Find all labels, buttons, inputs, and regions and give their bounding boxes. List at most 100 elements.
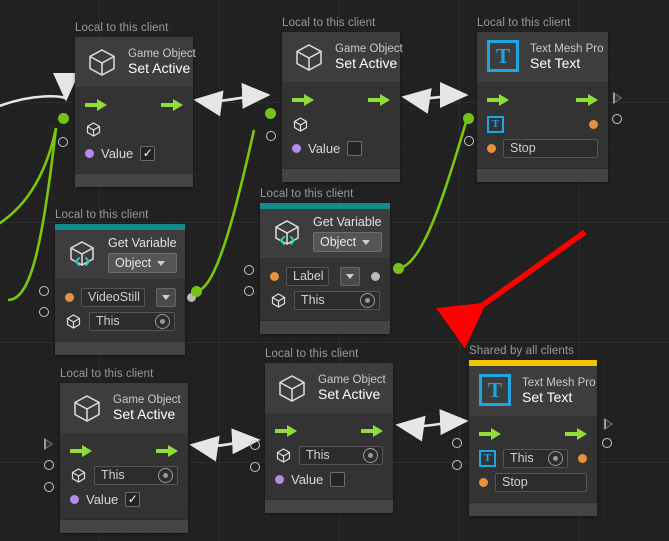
- tmp-target-row[interactable]: T: [487, 112, 598, 136]
- node-title: Get Variable: [313, 215, 382, 229]
- port-in-variable-2[interactable]: [244, 265, 254, 275]
- target-row[interactable]: This: [275, 443, 383, 467]
- text-input[interactable]: Stop: [495, 472, 587, 492]
- port-out-variable-1[interactable]: [191, 286, 202, 297]
- target-object-field[interactable]: This: [503, 448, 568, 468]
- variable-kind-dropdown[interactable]: Object: [108, 253, 177, 273]
- value-port-dot[interactable]: [70, 494, 79, 504]
- port-in-source-2[interactable]: [244, 286, 254, 296]
- port-in-target-4[interactable]: [250, 440, 260, 450]
- flow-in-arrow-icon[interactable]: [479, 428, 501, 440]
- value-row[interactable]: Value: [275, 467, 383, 491]
- port-in-target-shared[interactable]: [452, 438, 462, 448]
- scope-label: Local to this client: [55, 209, 149, 221]
- object-picker-icon[interactable]: [360, 292, 375, 308]
- node-go-set-active-4[interactable]: Local to this client Game Object Set Act…: [265, 348, 393, 513]
- flow-out-arrow-icon[interactable]: [576, 94, 598, 106]
- flow-out-arrow-icon[interactable]: [565, 428, 587, 440]
- output-port-dot[interactable]: [578, 453, 587, 463]
- value-row[interactable]: Value ✓: [85, 141, 183, 165]
- scope-label: Local to this client: [75, 22, 169, 34]
- node-get-variable-2[interactable]: Local to this client Get Variable Object…: [260, 188, 390, 334]
- text-row[interactable]: Stop: [487, 136, 598, 160]
- port-in-text-shared[interactable]: [452, 460, 462, 470]
- text-port-dot[interactable]: [479, 477, 488, 487]
- node-go-set-active-3[interactable]: Local to this client Game Object Set Act…: [60, 368, 188, 533]
- port-out-flow-shared[interactable]: [604, 418, 613, 430]
- target-object-field[interactable]: This: [299, 445, 383, 465]
- text-port-dot[interactable]: [487, 143, 496, 153]
- port-out-flow-1[interactable]: [613, 92, 622, 104]
- value-checkbox[interactable]: ✓: [125, 491, 141, 507]
- variable-name-dropdown-button[interactable]: [340, 266, 360, 286]
- variable-name-row[interactable]: VideoStill: [65, 285, 196, 309]
- source-row[interactable]: This: [270, 288, 380, 312]
- port-in-value-3[interactable]: [44, 482, 54, 492]
- node-get-variable-1[interactable]: Local to this client Get Variable Object…: [55, 209, 196, 355]
- port-in-text-1[interactable]: [464, 136, 474, 146]
- source-row[interactable]: This: [65, 309, 175, 333]
- value-row[interactable]: Value: [292, 136, 390, 160]
- variable-name-dropdown-button[interactable]: [155, 287, 176, 307]
- node-go-set-active-1[interactable]: Local to this client Game Object Set Act…: [75, 22, 196, 187]
- flow-in-arrow-icon[interactable]: [275, 425, 297, 437]
- flow-in-arrow-icon[interactable]: [292, 94, 314, 106]
- port-in-value-4[interactable]: [250, 462, 260, 472]
- text-input[interactable]: Stop: [503, 138, 598, 158]
- port-out-value-shared[interactable]: [602, 438, 612, 448]
- node-go-set-active-2[interactable]: Local to this client Game Object Set Act…: [282, 17, 403, 182]
- flow-out-arrow-icon[interactable]: [361, 425, 383, 437]
- variable-port-dot[interactable]: [65, 292, 74, 302]
- variable-name-field[interactable]: VideoStill: [81, 287, 145, 307]
- port-out-value-1[interactable]: [612, 114, 622, 124]
- variable-name-field[interactable]: Label: [286, 266, 329, 286]
- port-in-target-3[interactable]: [44, 460, 54, 470]
- flow-in-arrow-icon[interactable]: [70, 445, 92, 457]
- node-tmp-set-text-1[interactable]: Local to this client T Text Mesh Pro Set…: [477, 17, 608, 182]
- value-checkbox[interactable]: [330, 471, 346, 487]
- variable-kind-dropdown[interactable]: Object: [313, 232, 382, 252]
- value-port-dot[interactable]: [275, 474, 284, 484]
- node-graph-canvas[interactable]: Local to this client Game Object Set Act…: [0, 0, 669, 541]
- variable-name-row[interactable]: Label: [270, 264, 380, 288]
- output-port-dot[interactable]: [371, 271, 380, 281]
- cube-icon: [292, 116, 309, 133]
- port-out-variable-2[interactable]: [393, 263, 404, 274]
- node-tmp-set-text-2[interactable]: Shared by all clients T Text Mesh Pro Se…: [469, 345, 597, 516]
- variable-port-dot[interactable]: [270, 271, 279, 281]
- port-in-value-2[interactable]: [266, 131, 276, 141]
- target-object-field[interactable]: This: [94, 465, 178, 485]
- flow-out-arrow-icon[interactable]: [156, 445, 178, 457]
- value-checkbox[interactable]: [347, 140, 363, 156]
- target-row[interactable]: [85, 117, 183, 141]
- port-in-tmp-1[interactable]: [463, 113, 474, 124]
- object-picker-icon[interactable]: [155, 313, 170, 329]
- value-row[interactable]: Value ✓: [70, 487, 178, 511]
- value-port-dot[interactable]: [85, 148, 94, 158]
- flow-in-arrow-icon[interactable]: [85, 99, 107, 111]
- flow-out-arrow-icon[interactable]: [368, 94, 390, 106]
- object-picker-icon[interactable]: [158, 467, 173, 483]
- port-in-object-1[interactable]: [58, 113, 69, 124]
- object-picker-icon[interactable]: [363, 447, 378, 463]
- value-port-dot[interactable]: [292, 143, 301, 153]
- node-category: Game Object: [335, 42, 403, 55]
- port-in-object-2[interactable]: [265, 108, 276, 119]
- tmp-target-row[interactable]: T This: [479, 446, 587, 470]
- target-row[interactable]: [292, 112, 390, 136]
- port-in-value-1[interactable]: [58, 137, 68, 147]
- get-variable-icon: [270, 217, 304, 251]
- port-in-variable-1[interactable]: [39, 286, 49, 296]
- flow-out-arrow-icon[interactable]: [161, 99, 183, 111]
- text-row[interactable]: Stop: [479, 470, 587, 494]
- value-label: Value: [101, 145, 134, 161]
- port-in-flow-3[interactable]: [44, 438, 53, 450]
- source-object-field[interactable]: This: [294, 290, 380, 310]
- port-in-source-1[interactable]: [39, 307, 49, 317]
- value-checkbox[interactable]: ✓: [140, 145, 156, 161]
- output-port-dot[interactable]: [589, 119, 598, 129]
- source-object-field[interactable]: This: [89, 311, 175, 331]
- target-row[interactable]: This: [70, 463, 178, 487]
- object-picker-icon[interactable]: [548, 450, 563, 466]
- flow-in-arrow-icon[interactable]: [487, 94, 509, 106]
